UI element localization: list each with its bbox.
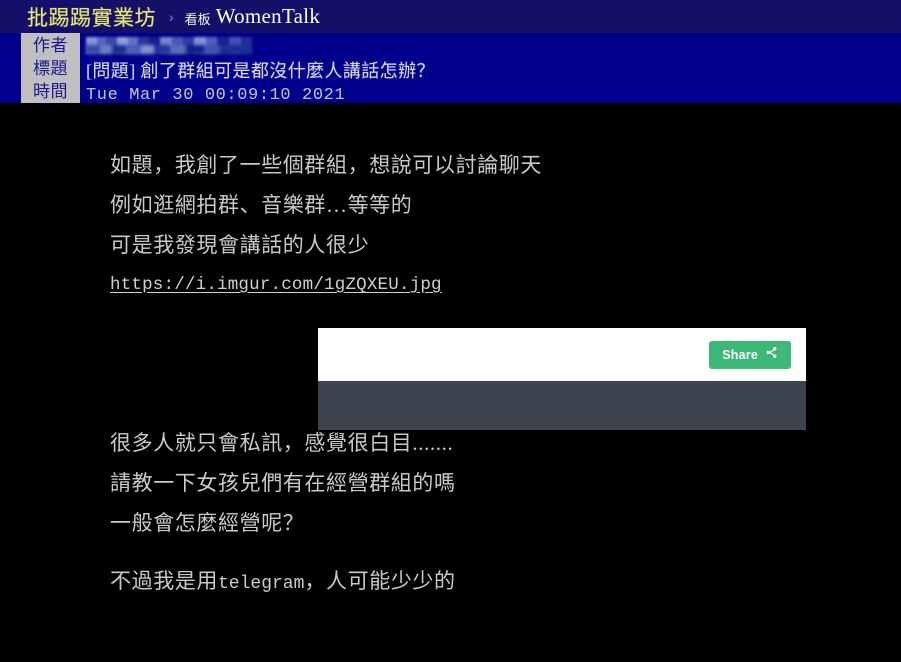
author-redacted-blur <box>86 37 252 54</box>
meta-label-column: 作者 標題 時間 <box>21 33 80 103</box>
body-line: 例如逛網拍群、音樂群…等等的 <box>110 193 413 217</box>
body-line: 可是我發現會講話的人很少 <box>110 233 370 257</box>
chevron-right-icon: › <box>169 8 174 25</box>
share-icon <box>765 346 778 364</box>
meta-row-author <box>86 37 901 60</box>
share-button[interactable]: Share <box>709 341 791 369</box>
meta-value-column: [問題] 創了群組可是都沒什麼人講話怎辦？ Tue Mar 30 00:09:1… <box>86 33 901 105</box>
body-link-row: https://i.imgur.com/1gZQXEU.jpg <box>110 265 901 305</box>
article-title: [問題] 創了群組可是都沒什麼人講話怎辦？ <box>86 61 435 81</box>
meta-label-title: 標題 <box>33 59 68 78</box>
final-line-suffix: ，人可能少少的 <box>304 569 456 593</box>
body-line: 請教一下女孩兒們有在經營群組的嗎 <box>110 471 456 495</box>
final-line-app-name: telegram <box>218 574 305 594</box>
share-button-label: Share <box>722 348 758 362</box>
embed-bottom-panel <box>318 381 806 430</box>
board-label: 看板 <box>184 12 211 27</box>
meta-row-title: [問題] 創了群組可是都沒什麼人講話怎辦？ <box>86 60 901 83</box>
meta-label-author: 作者 <box>33 36 68 55</box>
article-meta-header: 作者 標題 時間 [問題] 創了群組可是都沒什麼人講話怎辦？ Tue Mar 3… <box>0 33 901 105</box>
site-name-link[interactable]: 批踢踢實業坊 <box>27 2 156 32</box>
body-line-final: 不過我是用telegram，人可能少少的 <box>110 561 901 604</box>
board-name-link[interactable]: WomenTalk <box>216 4 321 29</box>
body-line: 一般會怎麼經營呢？ <box>110 511 305 535</box>
image-url-link[interactable]: https://i.imgur.com/1gZQXEU.jpg <box>110 265 442 305</box>
meta-label-time: 時間 <box>33 82 68 101</box>
embedded-image-preview[interactable]: Share <box>318 328 806 430</box>
body-line: 如題，我創了一些個群組，想說可以討論聊天 <box>110 153 542 177</box>
top-navigation-bar: 批踢踢實業坊 › 看板 WomenTalk <box>0 0 901 33</box>
final-line-prefix: 不過我是用 <box>110 569 218 593</box>
embed-top-panel: Share <box>318 328 806 381</box>
